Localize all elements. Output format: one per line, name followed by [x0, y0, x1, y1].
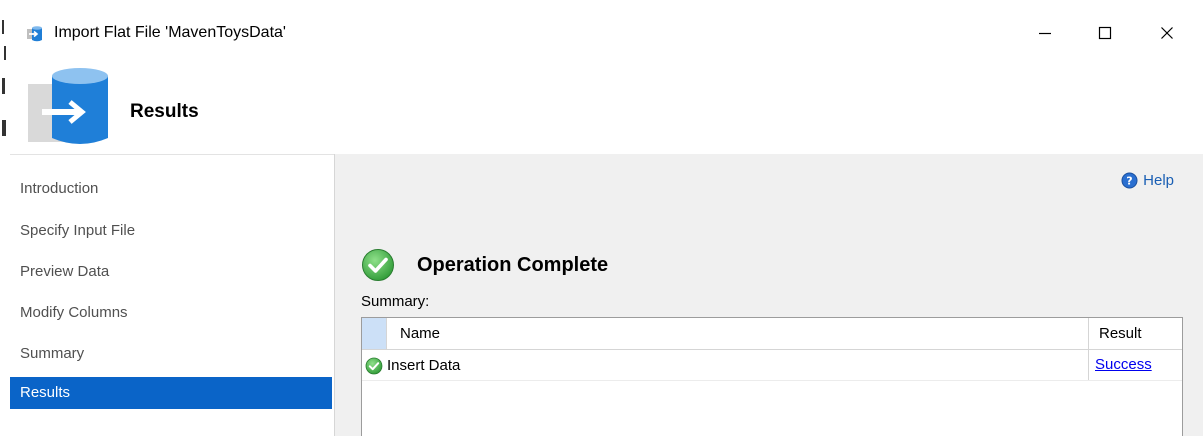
- sidebar-item-modify-columns[interactable]: Modify Columns: [10, 297, 332, 329]
- database-import-icon: [27, 26, 42, 42]
- page-title: Results: [130, 101, 199, 122]
- operation-title: Operation Complete: [417, 253, 609, 276]
- close-button[interactable]: [1144, 16, 1190, 50]
- help-icon: ?: [1121, 172, 1138, 189]
- wizard-steps-sidebar: Introduction Specify Input File Preview …: [10, 154, 334, 436]
- window-title: Import Flat File 'MavenToysData': [54, 24, 286, 41]
- sidebar-item-results[interactable]: Results: [10, 377, 332, 409]
- success-check-icon: [365, 357, 383, 375]
- results-table: Name Result Insert Data Success: [361, 317, 1183, 436]
- import-flat-file-window: Import Flat File 'MavenToysData' Results…: [0, 0, 1203, 436]
- minimize-button[interactable]: [1022, 16, 1068, 50]
- table-header: Name Result: [362, 318, 1182, 350]
- table-row[interactable]: Insert Data Success: [362, 350, 1182, 381]
- success-link[interactable]: Success: [1095, 356, 1152, 373]
- results-panel: ? Help Operation Complete Summary: Name …: [334, 154, 1203, 436]
- background-window-edge: [0, 0, 10, 150]
- row-result-cell: Success: [1088, 350, 1182, 380]
- edge-mark: [4, 46, 6, 60]
- wizard-header: Results: [10, 56, 1203, 154]
- sidebar-item-specify-input-file[interactable]: Specify Input File: [10, 215, 332, 247]
- maximize-button[interactable]: [1082, 16, 1128, 50]
- help-label: Help: [1143, 172, 1174, 189]
- edge-mark: [2, 120, 6, 136]
- sidebar-item-summary[interactable]: Summary: [10, 338, 332, 370]
- row-header-corner: [362, 318, 387, 349]
- edge-mark: [2, 78, 5, 94]
- edge-mark: [2, 20, 4, 34]
- operation-status: Operation Complete: [361, 248, 608, 282]
- column-header-result[interactable]: Result: [1088, 318, 1182, 349]
- sidebar-item-preview-data[interactable]: Preview Data: [10, 256, 332, 288]
- summary-label: Summary:: [361, 293, 430, 310]
- row-name-cell: Insert Data: [387, 357, 461, 374]
- sidebar-item-introduction[interactable]: Introduction: [10, 173, 332, 205]
- database-arrow-icon: [28, 68, 108, 144]
- close-icon: [1161, 27, 1173, 39]
- success-check-icon: [362, 249, 394, 281]
- maximize-icon: [1098, 26, 1112, 40]
- column-header-name[interactable]: Name: [400, 325, 440, 342]
- help-link[interactable]: ? Help: [1121, 172, 1174, 189]
- minimize-icon: [1039, 32, 1051, 35]
- title-bar: Import Flat File 'MavenToysData': [10, 10, 1203, 56]
- svg-text:?: ?: [1126, 175, 1132, 188]
